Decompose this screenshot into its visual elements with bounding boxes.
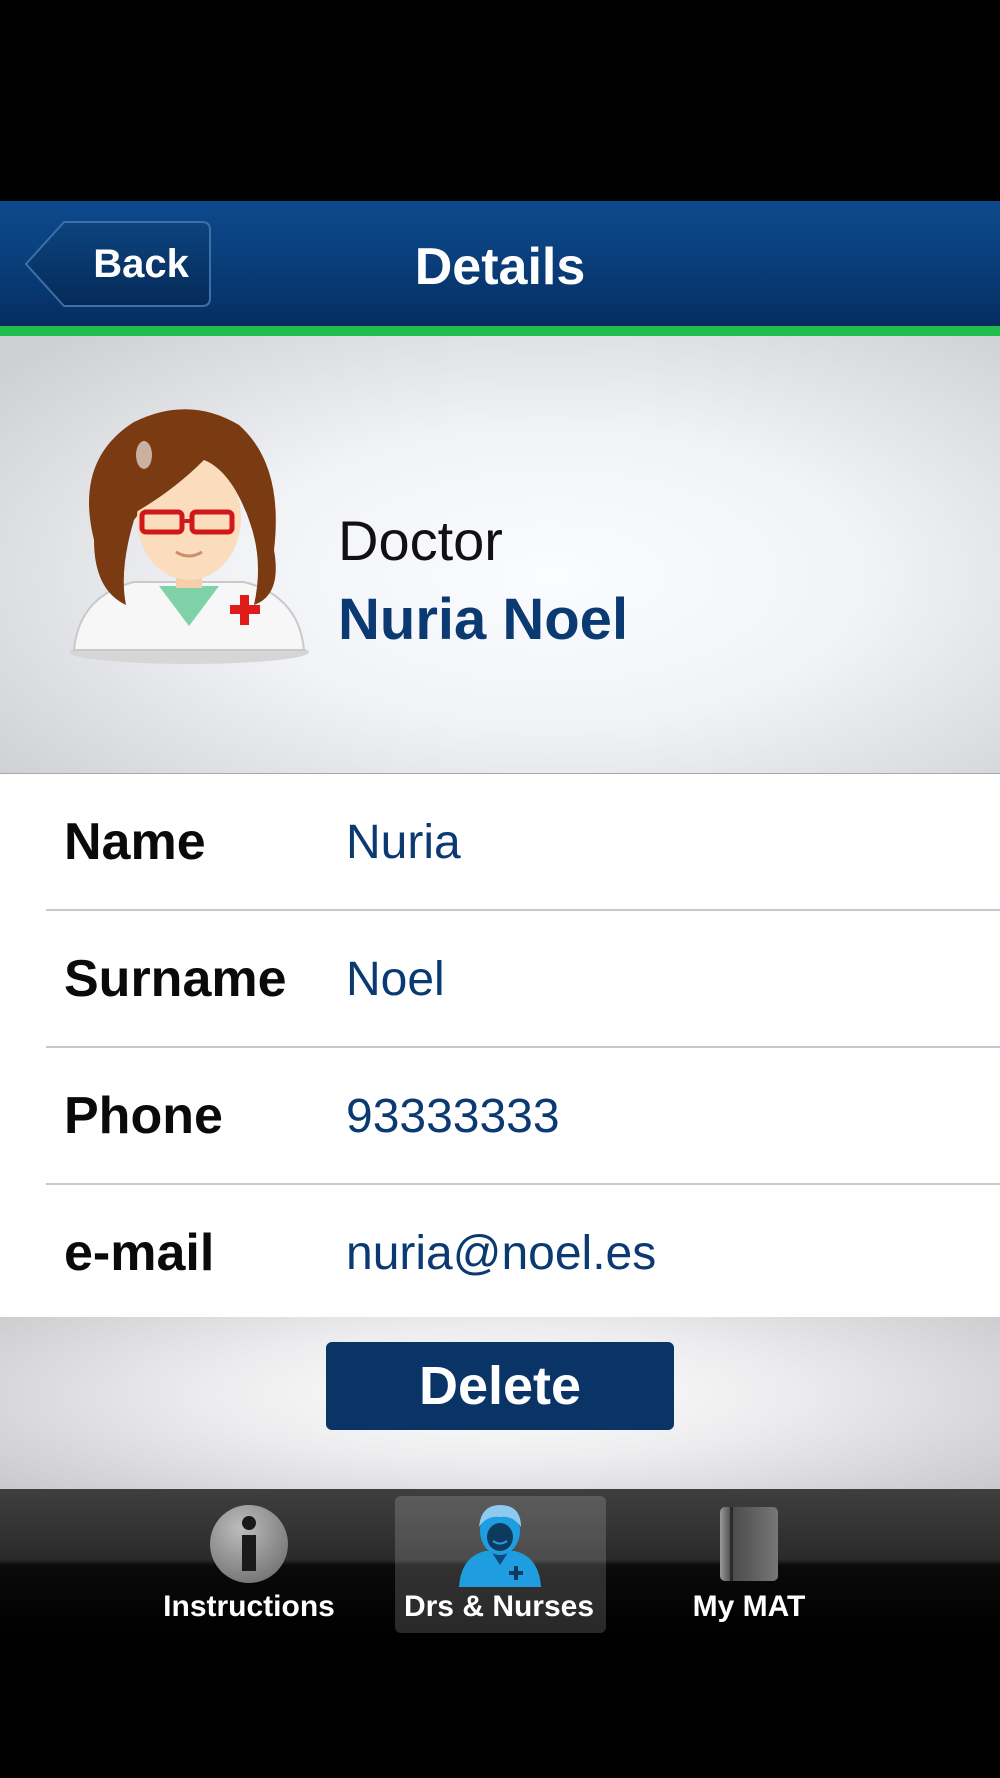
detail-label: Phone xyxy=(64,1087,223,1145)
female-doctor-avatar-icon xyxy=(69,409,309,664)
detail-value: nuria@noel.es xyxy=(346,1227,657,1280)
detail-row-surname[interactable]: Surname Noel xyxy=(0,911,1000,1048)
tab-bar: Instructions Drs & Nurses My MAT xyxy=(0,1489,1000,1636)
info-icon xyxy=(210,1505,288,1583)
detail-row-email[interactable]: e-mail nuria@noel.es xyxy=(0,1185,1000,1322)
doctor-icon xyxy=(459,1505,541,1587)
profile-full-name: Nuria Noel xyxy=(338,587,629,652)
tab-label: My MAT xyxy=(692,1590,806,1623)
delete-button[interactable]: Delete xyxy=(326,1342,674,1430)
profile-role: Doctor xyxy=(338,509,503,572)
tab-label: Drs & Nurses xyxy=(403,1590,595,1623)
back-button-label: Back xyxy=(93,242,189,286)
detail-label: Name xyxy=(64,813,206,871)
detail-label: e-mail xyxy=(64,1224,215,1282)
tab-label: Instructions xyxy=(163,1590,335,1623)
tab-instructions[interactable]: Instructions xyxy=(149,1489,349,1636)
status-bar-area xyxy=(0,0,1000,201)
profile-header: Doctor Nuria Noel xyxy=(0,336,1000,774)
detail-value: Nuria xyxy=(346,816,461,869)
detail-value: 93333333 xyxy=(346,1090,560,1143)
book-icon xyxy=(720,1507,778,1581)
detail-row-phone[interactable]: Phone 93333333 xyxy=(0,1048,1000,1185)
detail-label: Surname xyxy=(64,950,287,1008)
tab-my-mat[interactable]: My MAT xyxy=(649,1489,849,1636)
tab-drs-nurses[interactable]: Drs & Nurses xyxy=(399,1489,599,1636)
detail-row-name[interactable]: Name Nuria xyxy=(0,774,1000,911)
page-title: Details xyxy=(414,238,586,296)
back-button[interactable]: Back xyxy=(24,220,212,308)
details-list: Name Nuria Surname Noel Phone 93333333 e… xyxy=(0,774,1000,1317)
action-area: Delete xyxy=(0,1317,1000,1489)
detail-value: Noel xyxy=(346,953,445,1006)
home-indicator-area xyxy=(0,1636,1000,1778)
